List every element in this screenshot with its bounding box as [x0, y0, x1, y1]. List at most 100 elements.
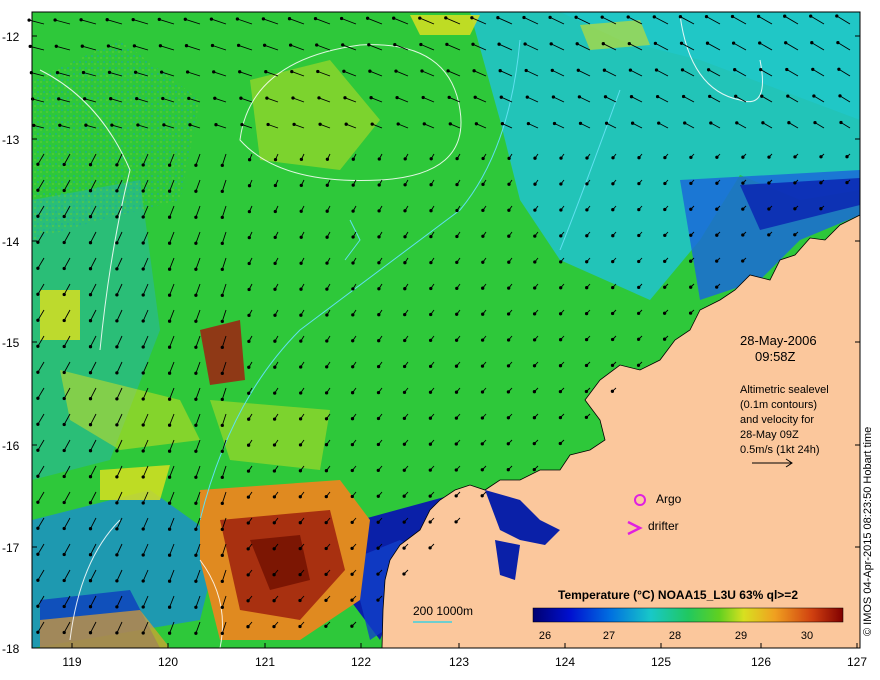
velocity-arrowhead	[472, 69, 476, 73]
velocity-arrowhead	[167, 267, 172, 271]
velocity-arrowhead	[313, 16, 318, 21]
velocity-arrowhead	[88, 319, 93, 323]
x-tick-label: 121	[254, 655, 276, 669]
velocity-arrowhead	[194, 605, 198, 609]
velocity-arrowhead	[611, 234, 615, 238]
velocity-arrowhead	[819, 207, 823, 211]
velocity-arrowhead	[584, 389, 589, 394]
velocity-arrowhead	[420, 69, 424, 73]
velocity-arrowhead	[403, 338, 407, 343]
velocity-arrowhead	[655, 94, 660, 99]
velocity-arrowhead	[141, 163, 145, 167]
velocity-arrowhead	[194, 475, 198, 479]
velocity-arrowhead	[292, 122, 296, 127]
velocity-arrowhead	[36, 214, 40, 218]
velocity-arrowhead	[246, 573, 250, 577]
velocity-arrowhead	[610, 389, 615, 393]
velocity-arrowhead	[62, 292, 66, 297]
velocity-arrowhead	[324, 598, 328, 603]
velocity-arrowhead	[299, 287, 303, 291]
velocity-arrowhead	[36, 396, 40, 400]
velocity-arrowhead	[324, 391, 329, 395]
velocity-arrowhead	[315, 43, 319, 47]
velocity-arrowhead	[167, 423, 172, 427]
velocity-arrowhead	[558, 338, 563, 342]
velocity-arrowhead	[62, 500, 66, 505]
velocity-arrowhead	[141, 423, 145, 427]
velocity-arrowhead	[62, 526, 66, 531]
velocity-arrowhead	[429, 234, 433, 239]
velocity-arrowhead	[350, 442, 355, 447]
velocity-arrowhead	[376, 364, 381, 369]
velocity-arrowhead	[194, 293, 198, 297]
velocity-arrowhead	[715, 259, 719, 263]
velocity-arrowhead	[298, 521, 302, 525]
velocity-arrowhead	[141, 527, 145, 531]
velocity-arrowhead	[741, 155, 745, 159]
velocity-arrowhead	[403, 235, 407, 239]
x-tick-label: 119	[62, 655, 82, 669]
velocity-arrowhead	[167, 163, 172, 167]
velocity-arrowhead	[194, 215, 198, 219]
velocity-arrowhead	[428, 416, 433, 420]
velocity-arrowhead	[551, 95, 556, 99]
velocity-arrowhead	[88, 163, 93, 167]
velocity-arrowhead	[194, 501, 198, 505]
velocity-arrowhead	[194, 189, 198, 193]
velocity-arrowhead	[637, 181, 641, 186]
velocity-arrowhead	[758, 41, 762, 45]
velocity-arrowhead	[115, 293, 119, 297]
velocity-arrowhead	[793, 233, 797, 237]
velocity-arrowhead	[480, 494, 484, 498]
colorbar-tick: 29	[734, 630, 748, 642]
y-tick-label: -15	[2, 336, 20, 350]
velocity-arrowhead	[369, 96, 373, 100]
velocity-arrowhead	[36, 526, 40, 530]
velocity-arrowhead	[194, 579, 198, 583]
velocity-arrowhead	[376, 390, 381, 395]
velocity-arrowhead	[367, 43, 371, 47]
velocity-arrowhead	[403, 157, 407, 161]
velocity-arrowhead	[474, 122, 479, 126]
velocity-arrowhead	[575, 42, 579, 46]
velocity-arrowhead	[715, 233, 719, 237]
velocity-arrowhead	[506, 468, 510, 472]
velocity-arrowhead	[167, 579, 172, 583]
velocity-arrowhead	[524, 68, 528, 73]
velocity-arrowhead	[167, 215, 172, 219]
velocity-arrowhead	[36, 266, 40, 270]
velocity-arrowhead	[220, 345, 224, 350]
velocity-arrowhead	[454, 520, 458, 524]
velocity-arrowhead	[351, 157, 355, 161]
velocity-arrowhead	[403, 287, 407, 291]
velocity-arrowhead	[507, 234, 511, 238]
velocity-arrowhead	[636, 363, 641, 367]
velocity-arrowhead	[421, 95, 425, 100]
velocity-arrowhead	[115, 605, 119, 609]
velocity-arrowhead	[481, 234, 485, 238]
velocity-arrowhead	[350, 494, 354, 499]
velocity-arrowhead	[115, 267, 119, 271]
velocity-arrowhead	[507, 286, 511, 290]
velocity-arrowhead	[552, 121, 557, 126]
velocity-arrowhead	[88, 449, 93, 453]
velocity-arrowhead	[611, 259, 615, 264]
velocity-arrowhead	[577, 95, 582, 99]
velocity-arrowhead	[299, 157, 304, 162]
velocity-arrowhead	[220, 579, 224, 584]
velocity-arrowhead	[141, 319, 145, 323]
velocity-arrowhead	[62, 604, 66, 609]
velocity-arrowhead	[220, 371, 224, 376]
velocity-arrowhead	[36, 292, 40, 296]
velocity-arrowhead	[324, 417, 329, 421]
time-label: 09:58Z	[755, 349, 796, 364]
velocity-arrowhead	[62, 630, 66, 635]
velocity-arrowhead	[611, 208, 615, 212]
velocity-arrowhead	[376, 546, 380, 550]
velocity-arrowhead	[704, 14, 709, 19]
velocity-arrowhead	[497, 42, 501, 46]
velocity-arrowhead	[194, 267, 198, 271]
velocity-arrowhead	[247, 391, 251, 395]
velocity-arrowhead	[88, 241, 93, 245]
velocity-arrowhead	[448, 122, 452, 126]
